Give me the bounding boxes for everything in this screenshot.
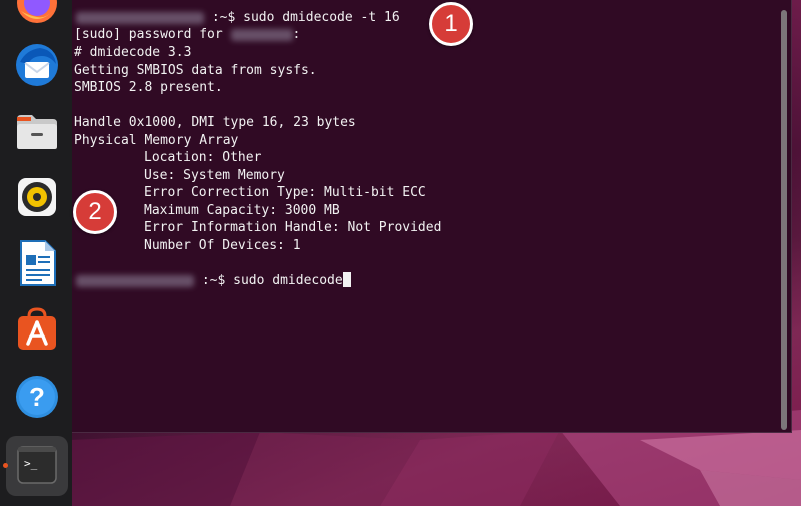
- firefox-icon: [17, 0, 57, 23]
- libreoffice-writer-icon: [20, 240, 56, 286]
- redacted-username: [230, 28, 293, 41]
- help-icon: ?: [16, 376, 58, 418]
- output-line: SMBIOS 2.8 present.: [74, 80, 223, 95]
- ubuntu-software-icon: [18, 307, 56, 350]
- files-launcher[interactable]: [12, 106, 62, 156]
- prompt-separator: :~$: [201, 273, 226, 288]
- output-line: Error Correction Type: Multi-bit ECC: [144, 185, 426, 200]
- output-line: Physical Memory Array: [74, 133, 239, 148]
- libreoffice-writer-launcher[interactable]: [12, 238, 62, 288]
- text-cursor: [342, 272, 351, 287]
- rhythmbox-launcher[interactable]: [12, 172, 62, 222]
- prompt-separator: :~$: [211, 10, 236, 25]
- prompt-line: :~$ sudo dmidecode -t 16: [76, 9, 400, 27]
- output-line: Location: Other: [144, 150, 262, 165]
- terminal-window[interactable]: :~$ sudo dmidecode -t 16 [sudo] password…: [72, 0, 792, 433]
- redacted-username: [76, 11, 204, 24]
- output-line: Error Information Handle: Not Provided: [144, 220, 442, 235]
- sudo-password-line: [sudo] password for :: [74, 26, 300, 44]
- svg-text:?: ?: [29, 382, 45, 412]
- firefox-launcher[interactable]: [12, 0, 62, 28]
- thunderbird-launcher[interactable]: [12, 40, 62, 90]
- terminal-icon: >_: [17, 446, 57, 484]
- terminal-launcher[interactable]: >_: [12, 440, 62, 490]
- dock: ? >_: [0, 0, 72, 506]
- command-text: sudo dmidecode -t 16: [243, 10, 400, 25]
- callout-badge-2: 2: [73, 190, 117, 234]
- output-text: [sudo] password for: [74, 27, 223, 42]
- output-line: Getting SMBIOS data from sysfs.: [74, 63, 317, 78]
- terminal-scrollbar[interactable]: [781, 10, 787, 430]
- output-line: # dmidecode 3.3: [74, 45, 192, 60]
- command-input[interactable]: sudo dmidecode: [233, 273, 343, 288]
- callout-badge-1: 1: [429, 2, 473, 46]
- rhythmbox-icon: [18, 178, 56, 216]
- output-line: Handle 0x1000, DMI type 16, 23 bytes: [74, 115, 356, 130]
- running-indicator: [3, 463, 8, 468]
- current-prompt-line[interactable]: :~$ sudo dmidecode: [76, 272, 351, 290]
- output-line: Use: System Memory: [144, 168, 285, 183]
- terminal-scroll-track: [781, 10, 787, 430]
- output-line: Number Of Devices: 1: [144, 238, 301, 253]
- terminal-glyph: >_: [24, 457, 38, 470]
- output-text: :: [292, 27, 301, 42]
- output-line: Maximum Capacity: 3000 MB: [144, 203, 340, 218]
- ubuntu-software-launcher[interactable]: [12, 304, 62, 354]
- redacted-username: [76, 274, 194, 287]
- thunderbird-icon: [16, 44, 58, 86]
- help-launcher[interactable]: ?: [12, 372, 62, 422]
- files-icon: [17, 115, 57, 149]
